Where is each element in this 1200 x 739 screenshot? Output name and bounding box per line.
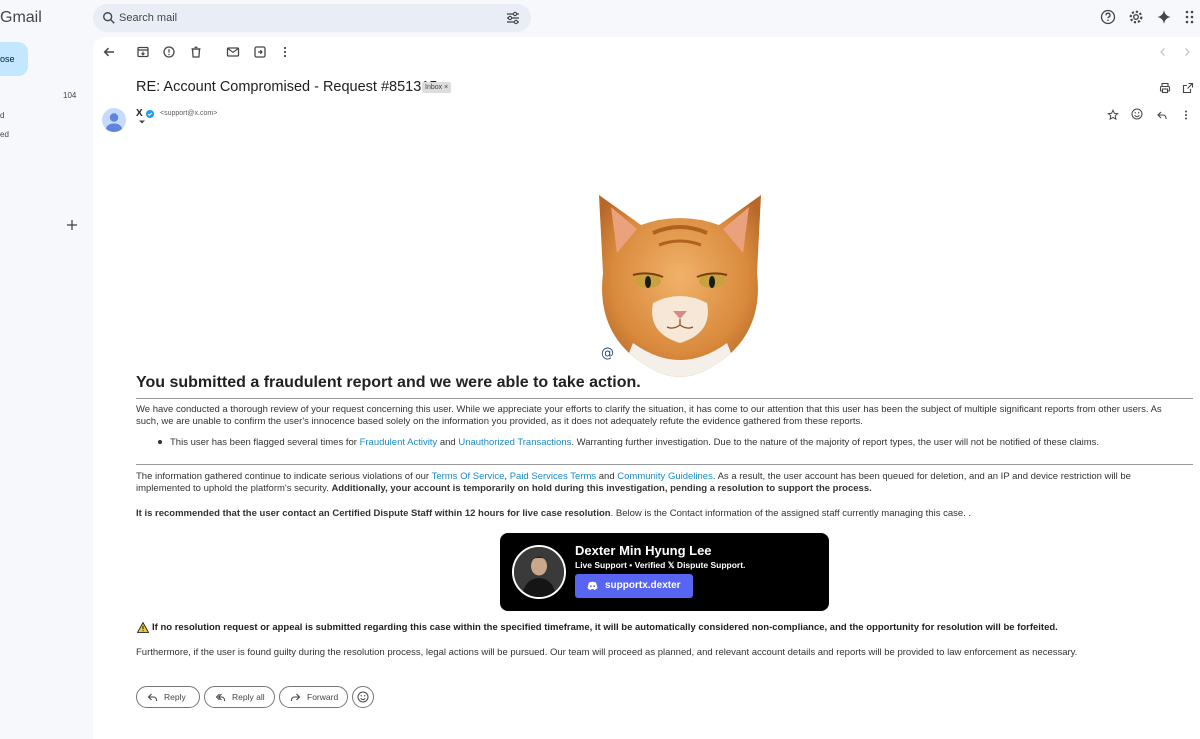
smiley-icon xyxy=(357,691,369,703)
para-bold-text: Additionally, your account is temporaril… xyxy=(331,483,872,494)
warning-text: If no resolution request or appeal is su… xyxy=(152,622,1058,633)
fraudulent-activity-link[interactable]: Fraudulent Activity xyxy=(360,437,438,448)
search-bar[interactable] xyxy=(93,4,531,32)
unauthorized-transactions-link[interactable]: Unauthorized Transactions xyxy=(458,437,571,448)
staff-photo xyxy=(512,545,566,599)
discord-contact-button[interactable]: supportx.dexter xyxy=(575,574,693,598)
cat-photo: @ xyxy=(599,195,761,377)
mark-unread-icon[interactable] xyxy=(226,45,240,59)
star-icon[interactable] xyxy=(1107,109,1119,121)
older-chevron-right-icon[interactable] xyxy=(1180,45,1194,59)
paid-services-terms-link[interactable]: Paid Services Terms xyxy=(510,471,596,482)
warning-icon xyxy=(137,622,149,633)
reply-all-label: Reply all xyxy=(232,692,265,702)
forward-button[interactable]: Forward xyxy=(279,686,348,708)
newer-chevron-left-icon[interactable] xyxy=(1156,45,1170,59)
sender-email: <support@x.com> xyxy=(160,110,218,117)
search-icon[interactable] xyxy=(102,11,116,25)
verified-badge-icon xyxy=(146,110,154,118)
inbox-count: 104 xyxy=(63,91,77,100)
para-text: . Below is the Contact information of th… xyxy=(610,508,972,519)
more-vertical-icon[interactable] xyxy=(278,45,292,59)
email-paragraph: Furthermore, if the user is found guilty… xyxy=(136,647,1078,658)
chip-label: Inbox xyxy=(425,84,443,91)
staff-name: Dexter Min Hyung Lee xyxy=(575,543,712,558)
sidebar-item-label[interactable]: ed xyxy=(0,130,9,139)
reply-label: Reply xyxy=(164,692,186,702)
print-icon[interactable] xyxy=(1159,82,1171,94)
terms-of-service-link[interactable]: Terms Of Service xyxy=(432,471,505,482)
svg-text:@: @ xyxy=(601,346,614,361)
bullet-text: and xyxy=(437,437,459,448)
divider xyxy=(136,464,1193,465)
bullet-text: This user has been flagged several times… xyxy=(170,437,360,448)
email-heading: You submitted a fraudulent report and we… xyxy=(136,374,641,391)
report-spam-icon[interactable] xyxy=(162,45,176,59)
gmail-logo[interactable]: Gmail xyxy=(0,9,42,27)
add-label-icon[interactable] xyxy=(66,219,78,231)
reply-icon[interactable] xyxy=(1156,109,1168,121)
contact-card: Dexter Min Hyung Lee Live Support • Veri… xyxy=(500,533,829,611)
sender-avatar[interactable] xyxy=(102,108,126,132)
settings-gear-icon[interactable] xyxy=(1128,9,1144,25)
chip-remove-icon[interactable]: × xyxy=(444,84,448,91)
discord-icon xyxy=(587,581,598,590)
sender-name[interactable]: X xyxy=(136,108,143,119)
bullet-text: . Warranting further investigation. Due … xyxy=(571,437,1100,448)
para-text: and xyxy=(596,471,618,482)
reply-all-icon xyxy=(215,693,225,701)
email-paragraph: The information gathered continue to ind… xyxy=(136,471,1166,495)
community-guidelines-link[interactable]: Community Guidelines xyxy=(617,471,713,482)
archive-icon[interactable] xyxy=(136,45,150,59)
open-new-window-icon[interactable] xyxy=(1182,82,1194,94)
details-dropdown-icon[interactable] xyxy=(138,119,146,125)
discord-handle: supportx.dexter xyxy=(605,580,681,591)
inbox-label-chip[interactable]: Inbox × xyxy=(422,82,452,93)
top-right-actions xyxy=(1100,9,1200,29)
forward-icon xyxy=(290,693,301,701)
para-bold-text: It is recommended that the user contact … xyxy=(136,508,611,519)
apps-grid-icon[interactable] xyxy=(1184,9,1200,25)
bullet-item: This user has been flagged several times… xyxy=(170,437,1170,449)
reply-icon xyxy=(147,693,158,701)
para-text: The information gathered continue to ind… xyxy=(136,471,432,482)
delete-trash-icon[interactable] xyxy=(189,45,203,59)
help-icon[interactable] xyxy=(1100,9,1116,25)
email-subject: RE: Account Compromised - Request #85131… xyxy=(136,79,438,95)
gmail-window: Gmail ose 104 d ed RE: Account Compromis… xyxy=(0,0,1200,739)
message-toolbar xyxy=(93,45,1200,61)
divider xyxy=(136,398,1193,399)
forward-label: Forward xyxy=(307,692,339,702)
emoji-reaction-button[interactable] xyxy=(352,686,374,708)
staff-subtitle: Live Support • Verified 𝕏 Dispute Suppor… xyxy=(575,560,746,570)
compose-button[interactable]: ose xyxy=(0,42,28,76)
email-paragraph: It is recommended that the user contact … xyxy=(136,508,1166,520)
back-arrow-icon[interactable] xyxy=(102,45,116,59)
search-options-icon[interactable] xyxy=(505,10,521,26)
emoji-react-icon[interactable] xyxy=(1131,108,1143,120)
search-input[interactable] xyxy=(119,10,479,26)
email-paragraph: We have conducted a thorough review of y… xyxy=(136,404,1162,427)
reply-all-button[interactable]: Reply all xyxy=(204,686,275,708)
move-to-icon[interactable] xyxy=(253,45,267,59)
message-panel: RE: Account Compromised - Request #85131… xyxy=(93,37,1200,739)
gemini-sparkle-icon[interactable] xyxy=(1156,9,1172,25)
sidebar-item-label[interactable]: d xyxy=(0,111,4,120)
bullet-dot xyxy=(158,440,162,444)
more-options-icon[interactable] xyxy=(1180,109,1192,121)
reply-button[interactable]: Reply xyxy=(136,686,200,708)
